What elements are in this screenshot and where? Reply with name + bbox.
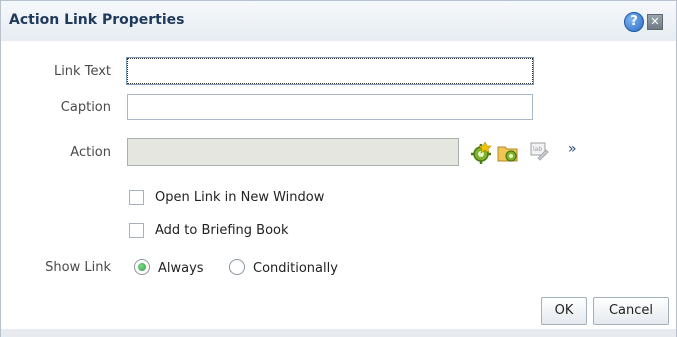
dialog-title-bar[interactable]: Action Link Properties ? ✕ (1, 1, 676, 41)
open-new-window-checkbox[interactable] (129, 190, 144, 205)
close-icon[interactable]: ✕ (647, 14, 663, 30)
caption-label: Caption (60, 100, 111, 115)
action-input[interactable] (127, 138, 459, 166)
radio-selected-dot (138, 263, 146, 271)
conditionally-radio-label: Conditionally (253, 261, 338, 276)
dialog-title: Action Link Properties (9, 12, 185, 28)
dialog-bottom-band (1, 329, 676, 337)
create-navigate-action-icon[interactable] (470, 141, 492, 164)
link-text-label: Link Text (53, 64, 111, 79)
briefing-book-checkbox[interactable] (129, 223, 144, 238)
cancel-button[interactable]: Cancel (593, 297, 669, 325)
show-link-label: Show Link (45, 260, 111, 275)
edit-parameter-mapping-icon[interactable]: lab (529, 141, 549, 161)
briefing-book-label: Add to Briefing Book (155, 223, 289, 238)
caption-input[interactable] (127, 94, 533, 120)
open-new-window-label: Open Link in New Window (155, 190, 325, 205)
more-options-icon[interactable]: » (568, 141, 577, 157)
action-label: Action (70, 145, 111, 160)
svg-text:lab: lab (533, 146, 542, 153)
conditionally-radio[interactable] (229, 259, 245, 275)
link-text-input[interactable] (126, 57, 534, 85)
action-link-properties-dialog: Action Link Properties ? ✕ Link Text Cap… (0, 0, 677, 337)
always-radio[interactable] (134, 259, 150, 275)
select-existing-action-icon[interactable] (497, 142, 518, 162)
help-icon[interactable]: ? (624, 12, 644, 32)
always-radio-label: Always (158, 261, 204, 276)
ok-button[interactable]: OK (541, 297, 587, 325)
